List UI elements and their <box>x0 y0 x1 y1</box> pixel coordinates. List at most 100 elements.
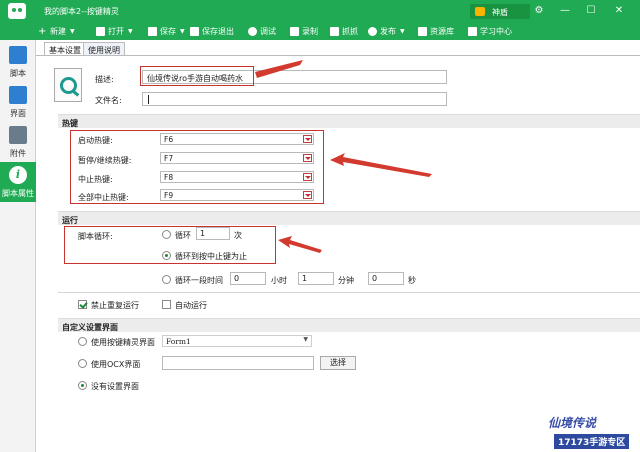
minutes-input[interactable]: 1 <box>298 272 334 285</box>
loop-period-label: 循环一段时间 <box>175 276 223 285</box>
capture-label: 抓抓 <box>342 26 358 36</box>
user-label: 神盾 <box>492 8 508 17</box>
watermark-title: 仙境传说 <box>548 416 597 430</box>
sidebar-item-label: 脚本属性 <box>2 189 34 198</box>
use-ocx-ui-radio[interactable] <box>78 359 87 368</box>
capture-button[interactable]: 抓抓 <box>330 24 358 38</box>
book-icon <box>468 26 477 36</box>
window-title: 我的脚本2--按键精灵 <box>44 7 119 16</box>
dropdown-arrow-icon[interactable] <box>303 135 312 143</box>
tab-divider <box>36 55 640 56</box>
publish-label: 发布 <box>380 26 396 36</box>
info-icon: i <box>9 166 27 184</box>
ocx-path-input[interactable] <box>162 356 314 370</box>
save-exit-button[interactable]: 保存退出 <box>190 24 234 38</box>
choose-button[interactable]: 选择 <box>320 356 356 370</box>
description-label: 描述: <box>95 75 114 84</box>
stop-all-hotkey-label: 全部中止热键: <box>78 193 129 202</box>
start-hotkey-select[interactable]: F6 <box>160 133 314 145</box>
use-sprite-ui-radio[interactable] <box>78 337 87 346</box>
sidebar-item-label: 脚本 <box>10 69 26 78</box>
resources-button[interactable]: 资源库 <box>418 24 454 38</box>
minimize-button[interactable]: — <box>558 4 572 18</box>
save-exit-icon <box>190 26 199 36</box>
minutes-unit-label: 分钟 <box>338 276 354 285</box>
loop-count-radio[interactable] <box>162 230 171 239</box>
no-ui-label: 没有设置界面 <box>91 382 139 391</box>
user-button[interactable]: 神盾 <box>470 4 530 19</box>
open-button[interactable]: 打开 ▼ <box>96 24 133 38</box>
site-watermark-logo: 仙境传说 17173手游专区 <box>540 412 638 450</box>
annotation-arrow-2 <box>330 153 432 177</box>
script-icon <box>9 46 27 64</box>
hours-unit-label: 小时 <box>271 276 287 285</box>
publish-button[interactable]: 发布 ▼ <box>368 24 405 38</box>
auto-run-checkbox[interactable] <box>162 300 171 309</box>
stop-hotkey-label: 中止热键: <box>78 175 113 184</box>
filename-input[interactable] <box>142 92 447 106</box>
seconds-input[interactable]: 0 <box>368 272 404 285</box>
no-repeat-label: 禁止重复运行 <box>91 301 139 310</box>
toolbar: + 新建 ▼ 打开 ▼ 保存 ▼ 保存退出 调试 录制 抓抓 发布 ▼ 资源库 学习中心 <box>0 22 640 40</box>
text-caret <box>148 95 149 104</box>
new-label: 新建 <box>50 26 66 36</box>
form-select-value: Form1 <box>166 337 191 346</box>
settings-icon[interactable]: ⚙ <box>532 4 546 18</box>
maximize-button[interactable]: ☐ <box>584 4 598 18</box>
script-file-icon <box>54 68 82 102</box>
camera-icon <box>290 26 299 36</box>
save-button[interactable]: 保存 ▼ <box>148 24 185 38</box>
watermark-subtitle: 17173手游专区 <box>554 434 630 449</box>
plus-icon: + <box>38 25 47 37</box>
loop-until-stop-label: 循环到按中止键为止 <box>175 252 247 261</box>
start-hotkey-value: F6 <box>164 135 174 144</box>
stop-hotkey-select[interactable]: F8 <box>160 171 314 183</box>
sidebar-item-interface[interactable]: 界面 <box>0 82 36 122</box>
chevron-down-icon: ▼ <box>400 27 405 35</box>
sidebar-item-script[interactable]: 脚本 <box>0 42 36 82</box>
loop-until-stop-radio[interactable] <box>162 251 171 260</box>
learn-button[interactable]: 学习中心 <box>468 24 512 38</box>
tab-basic-settings[interactable]: 基本设置 <box>44 42 86 56</box>
sidebar-item-label: 界面 <box>10 109 26 118</box>
chevron-down-icon: ▼ <box>303 336 308 343</box>
tab-usage-help[interactable]: 使用说明 <box>83 42 125 56</box>
seconds-unit-label: 秒 <box>408 276 416 285</box>
pause-hotkey-select[interactable]: F7 <box>160 152 314 164</box>
sidebar-item-script-properties[interactable]: i 脚本属性 <box>0 162 36 202</box>
divider <box>58 292 640 293</box>
record-button[interactable]: 录制 <box>290 24 318 38</box>
open-label: 打开 <box>108 26 124 36</box>
loop-unit-label: 次 <box>234 231 242 240</box>
custom-ui-section-header: 自定义设置界面 <box>58 318 640 332</box>
title-bar: 我的脚本2--按键精灵 神盾 ⚙ — ☐ ✕ <box>0 0 640 22</box>
pause-hotkey-value: F7 <box>164 154 174 163</box>
loop-period-radio[interactable] <box>162 275 171 284</box>
sidebar-item-label: 附件 <box>10 149 26 158</box>
auto-run-label: 自动运行 <box>175 301 207 310</box>
stop-all-hotkey-value: F9 <box>164 191 174 200</box>
dropdown-arrow-icon[interactable] <box>303 191 312 199</box>
debug-button[interactable]: 调试 <box>248 24 276 38</box>
play-icon <box>248 26 257 36</box>
stop-all-hotkey-select[interactable]: F9 <box>160 189 314 201</box>
chevron-down-icon: ▼ <box>70 27 75 35</box>
loop-count-input[interactable]: 1 <box>196 227 230 240</box>
new-button[interactable]: + 新建 ▼ <box>38 24 75 38</box>
form-select[interactable]: Form1 ▼ <box>162 335 312 347</box>
folder-icon <box>96 26 105 36</box>
pause-hotkey-label: 暂停/继续热键: <box>78 156 132 165</box>
dropdown-arrow-icon[interactable] <box>303 154 312 162</box>
no-ui-radio[interactable] <box>78 381 87 390</box>
save-label: 保存 <box>160 26 176 36</box>
use-sprite-ui-label: 使用按键精灵界面 <box>91 338 155 347</box>
dropdown-arrow-icon[interactable] <box>303 173 312 181</box>
grid-icon <box>418 26 427 36</box>
no-repeat-checkbox[interactable] <box>78 300 87 309</box>
sidebar-item-attachment[interactable]: 附件 <box>0 122 36 162</box>
resources-label: 资源库 <box>430 26 454 36</box>
close-button[interactable]: ✕ <box>612 4 626 18</box>
use-ocx-ui-label: 使用OCX界面 <box>91 360 141 369</box>
annotation-arrow-3 <box>278 236 322 253</box>
hours-input[interactable]: 0 <box>230 272 266 285</box>
